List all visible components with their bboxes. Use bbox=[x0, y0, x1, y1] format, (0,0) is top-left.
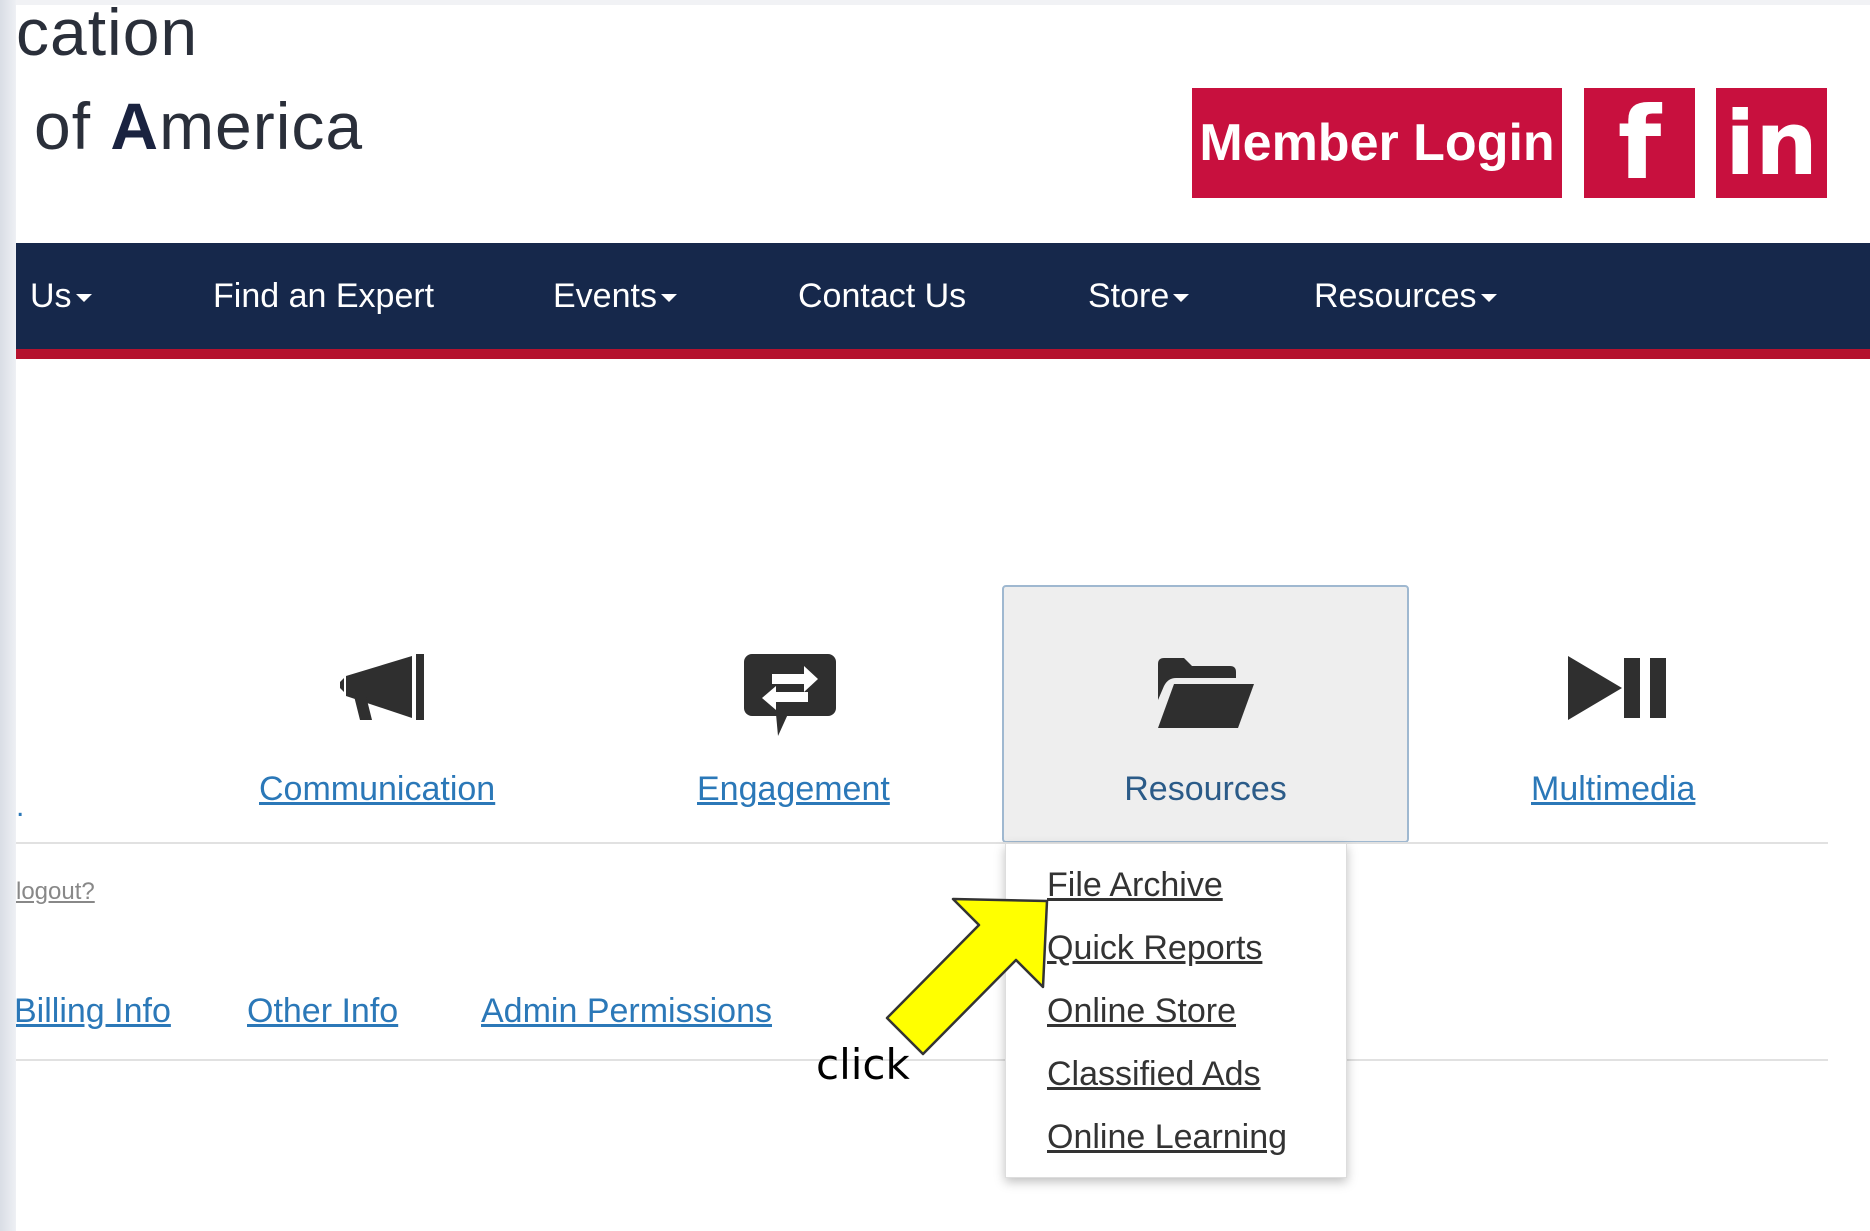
nav-item-store[interactable]: Store bbox=[1088, 243, 1190, 349]
nav-item-label: Events bbox=[553, 276, 657, 315]
logo-text-line2[interactable]: of America bbox=[34, 88, 363, 164]
dropdown-item-classified-ads[interactable]: Classified Ads bbox=[1047, 1055, 1261, 1094]
nav-item-contact-us[interactable]: Contact Us bbox=[798, 243, 966, 349]
nav-item-find-an-expert[interactable]: Find an Expert bbox=[213, 243, 434, 349]
caret-down-icon bbox=[1480, 294, 1497, 302]
logout-link[interactable]: logout? bbox=[16, 878, 95, 906]
logo-text-line1[interactable]: cation bbox=[16, 0, 198, 70]
linkedin-glyph: in bbox=[1725, 91, 1818, 195]
exchange-chat-icon bbox=[744, 654, 836, 736]
logo-bold-letter: A bbox=[110, 89, 160, 163]
tile-stub-partial: . bbox=[16, 790, 25, 823]
nav-item-label: Us bbox=[30, 276, 72, 315]
caret-down-icon bbox=[75, 294, 92, 302]
tile-resources-label: Resources bbox=[1124, 770, 1287, 808]
nav-item-label: Find an Expert bbox=[213, 276, 435, 315]
nav-item-resources[interactable]: Resources bbox=[1314, 243, 1497, 349]
admin-permissions-link[interactable]: Admin Permissions bbox=[481, 992, 772, 1031]
folder-open-icon bbox=[1158, 658, 1254, 728]
tile-multimedia[interactable]: Multimedia bbox=[1531, 770, 1695, 820]
facebook-icon[interactable]: f bbox=[1584, 85, 1695, 202]
dropdown-item-file-archive[interactable]: File Archive bbox=[1047, 866, 1223, 905]
billing-info-link[interactable]: Billing Info bbox=[14, 992, 171, 1031]
tile-communication[interactable]: Communication bbox=[259, 770, 495, 820]
nav-item-label: Store bbox=[1088, 276, 1170, 315]
nav-item-label: Contact Us bbox=[798, 276, 967, 315]
nav-item-events[interactable]: Events bbox=[553, 243, 677, 349]
facebook-glyph: f bbox=[1617, 84, 1662, 202]
dropdown-item-online-learning[interactable]: Online Learning bbox=[1047, 1118, 1287, 1157]
dropdown-item-online-store[interactable]: Online Store bbox=[1047, 992, 1236, 1031]
member-login-button[interactable]: Member Login bbox=[1192, 88, 1562, 198]
left-edge-strip bbox=[0, 0, 16, 1231]
nav-item-label: Resources bbox=[1314, 276, 1477, 315]
logo-prefix: of bbox=[34, 89, 111, 163]
tiles-divider bbox=[16, 842, 1828, 844]
linkedin-icon[interactable]: in bbox=[1716, 88, 1827, 198]
nav-item-about-us[interactable]: Us bbox=[30, 243, 92, 349]
caret-down-icon bbox=[660, 294, 677, 302]
caret-down-icon bbox=[1173, 294, 1190, 302]
logo-rest: merica bbox=[159, 89, 364, 163]
nav-accent-stripe bbox=[16, 349, 1870, 359]
top-edge bbox=[0, 0, 1870, 5]
tile-engagement[interactable]: Engagement bbox=[697, 770, 890, 820]
bullhorn-icon bbox=[340, 654, 424, 720]
dropdown-item-quick-reports[interactable]: Quick Reports bbox=[1047, 929, 1262, 968]
play-pause-icon bbox=[1568, 656, 1666, 720]
other-info-link[interactable]: Other Info bbox=[247, 992, 398, 1031]
annotation-click-label: click bbox=[816, 1040, 910, 1089]
